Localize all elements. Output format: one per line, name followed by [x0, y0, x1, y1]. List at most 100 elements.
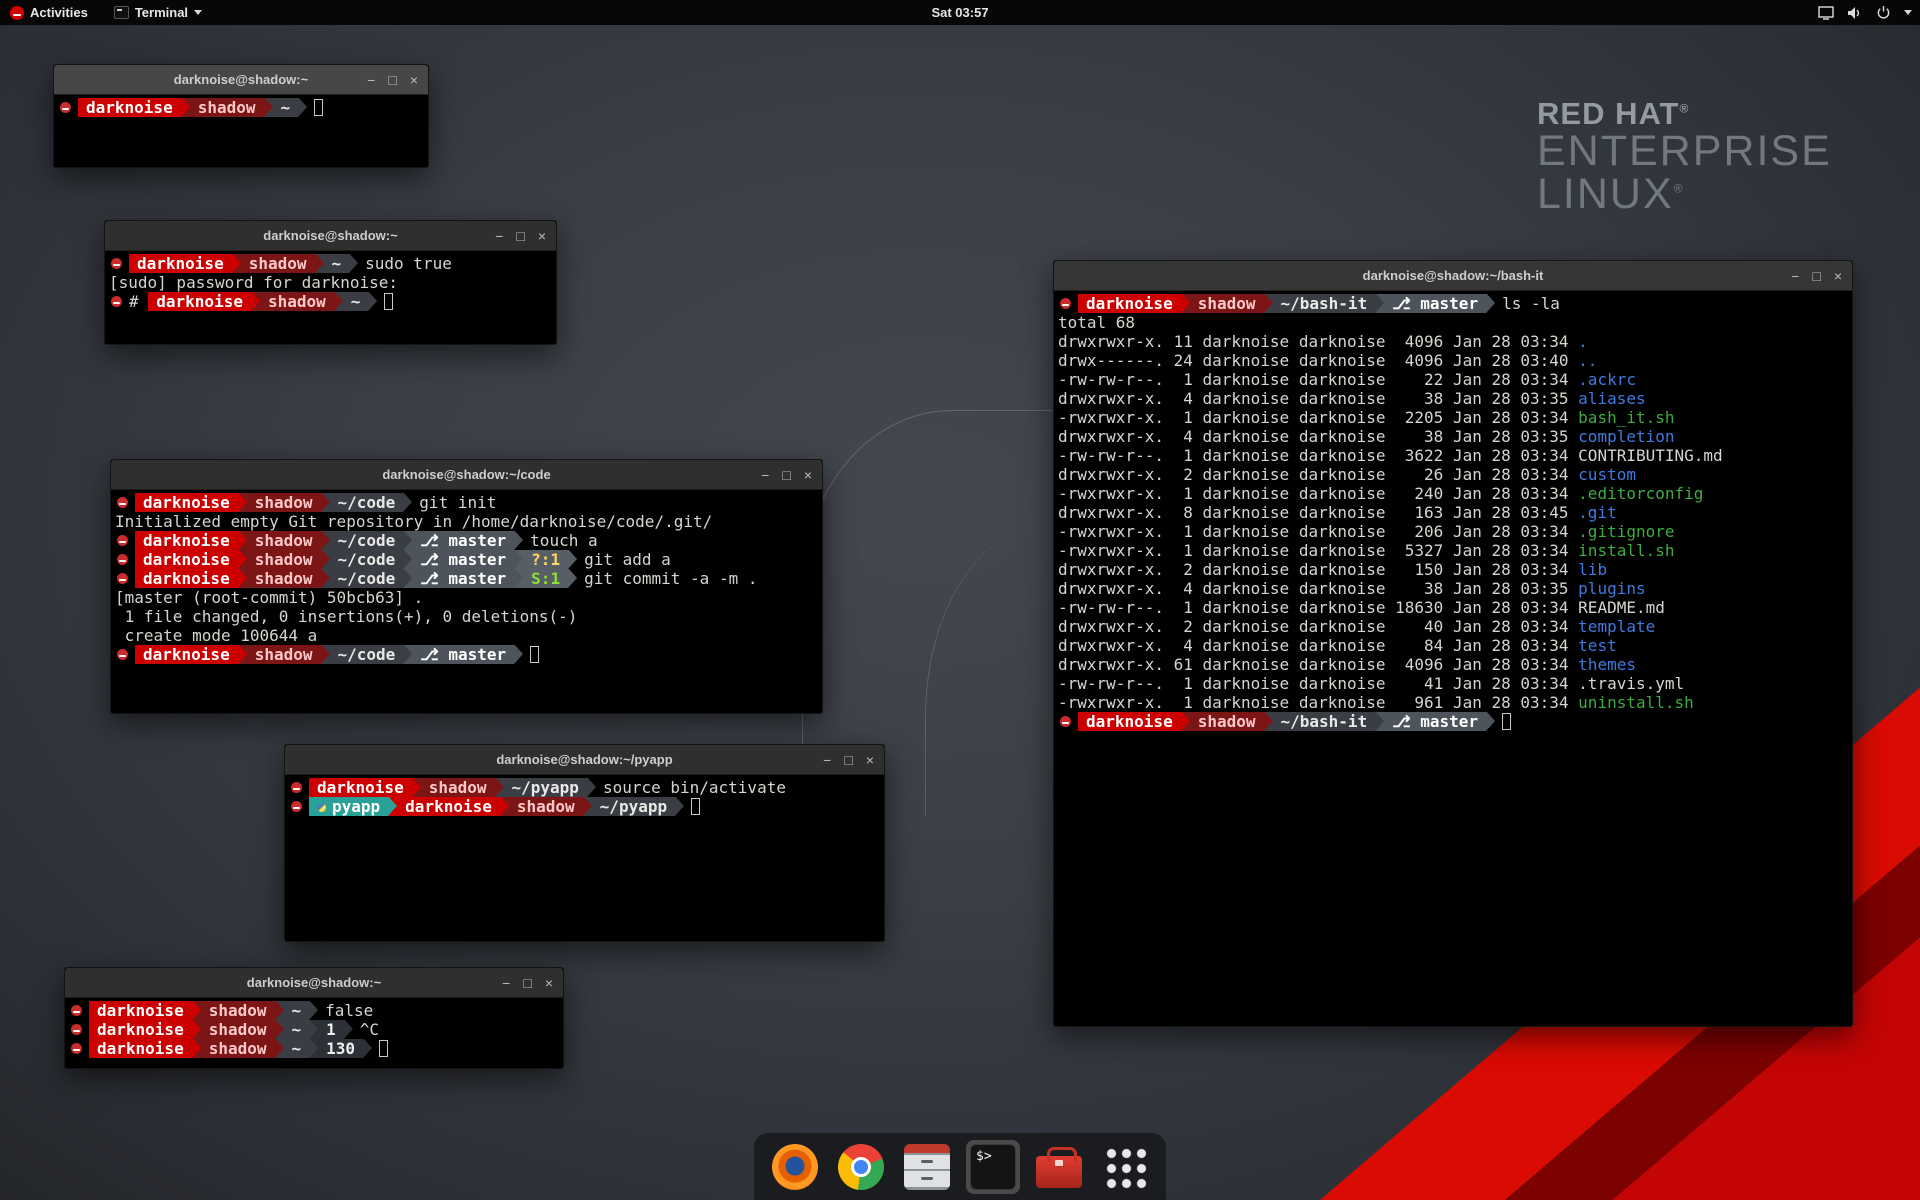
minimize-button[interactable]: −	[823, 753, 831, 767]
window-title: darknoise@shadow:~	[174, 72, 308, 87]
powerline-arrow-shape	[583, 797, 592, 816]
terminal-content[interactable]: darknoiseshadow~falsedarknoiseshadow~1^C…	[65, 998, 563, 1061]
prompt-segment: shadow	[421, 778, 495, 797]
files-icon[interactable]	[904, 1144, 950, 1190]
app-menu-terminal[interactable]: Terminal	[114, 5, 202, 20]
terminal-content[interactable]: darknoiseshadow~	[54, 95, 428, 120]
output-text: drwxrwxr-x. 4 darknoise darknoise 38 Jan…	[1058, 389, 1578, 408]
system-status-area[interactable]	[1818, 0, 1912, 25]
minimize-button[interactable]: −	[1791, 269, 1799, 283]
prompt-segment: ~	[284, 1001, 310, 1020]
prompt-segment: ⎇ master	[1384, 294, 1486, 313]
powerline-arrow-shape	[321, 531, 330, 550]
toolbox-icon[interactable]	[1036, 1144, 1082, 1190]
prompt-segment: ~/code	[330, 569, 404, 588]
minimize-button[interactable]: −	[495, 229, 503, 243]
prompt-segment: ~/pyapp	[592, 797, 675, 816]
terminal-icon[interactable]: $>	[970, 1144, 1016, 1190]
prompt-segment: darknoise	[397, 797, 500, 816]
output-text: -rw-rw-r--. 1 darknoise darknoise 3622 J…	[1058, 446, 1578, 465]
redhat-icon	[10, 6, 24, 20]
output-text: ..	[1578, 351, 1597, 370]
activities-button[interactable]: Activities	[10, 5, 88, 20]
powerline-arrow-icon	[275, 1020, 284, 1039]
redhat-prompt-icon	[71, 1005, 82, 1016]
close-button[interactable]: ×	[1834, 269, 1842, 283]
close-button[interactable]: ×	[538, 229, 546, 243]
output-text: drwxrwxr-x. 8 darknoise darknoise 163 Ja…	[1058, 503, 1578, 522]
output-text: .git	[1578, 503, 1617, 522]
terminal-line: drwxrwxr-x. 2 darknoise darknoise 150 Ja…	[1058, 560, 1848, 579]
clock[interactable]: Sat 03:57	[931, 0, 988, 25]
brand-red-hat: RED HAT	[1537, 96, 1679, 131]
powerline-arrow-icon	[251, 292, 260, 311]
prompt-segment: darknoise	[89, 1039, 192, 1058]
powerline-arrow-icon	[412, 778, 421, 797]
close-button[interactable]: ×	[804, 468, 812, 482]
minimize-button[interactable]: −	[502, 976, 510, 990]
powerline-arrow-icon	[514, 531, 523, 550]
redhat-prompt-icon	[291, 782, 302, 793]
maximize-button[interactable]: □	[844, 753, 852, 767]
prompt-segment: shadow	[247, 550, 321, 569]
output-text: -rwxrwxr-x. 1 darknoise darknoise 240 Ja…	[1058, 484, 1578, 503]
prompt-segment: ⎇ master	[412, 569, 514, 588]
maximize-button[interactable]: □	[1812, 269, 1820, 283]
titlebar[interactable]: darknoise@shadow:~/pyapp − □ ×	[285, 745, 884, 775]
powerline-arrow-icon	[321, 569, 330, 588]
command-text: ^C	[360, 1020, 379, 1039]
maximize-button[interactable]: □	[516, 229, 524, 243]
powerline-arrow-shape	[403, 645, 412, 664]
titlebar[interactable]: darknoise@shadow:~/code − □ ×	[111, 460, 822, 490]
app-menu-label: Terminal	[135, 5, 188, 20]
output-text: .ackrc	[1578, 370, 1636, 389]
close-button[interactable]: ×	[866, 753, 874, 767]
terminal-line: darknoiseshadow~/codegit init	[115, 493, 818, 512]
minimize-button[interactable]: −	[367, 73, 375, 87]
titlebar[interactable]: darknoise@shadow:~ − □ ×	[105, 221, 556, 251]
show-applications-icon[interactable]	[1102, 1144, 1148, 1190]
titlebar[interactable]: darknoise@shadow:~ − □ ×	[54, 65, 428, 95]
powerline-arrow-icon	[403, 493, 412, 512]
prompt-segment: shadow	[247, 569, 321, 588]
redhat-prompt-icon	[117, 573, 128, 584]
close-button[interactable]: ×	[410, 73, 418, 87]
output-text: uninstall.sh	[1578, 693, 1694, 712]
terminal-window-code: darknoise@shadow:~/code − □ × darknoises…	[110, 459, 823, 714]
powerline-arrow-shape	[388, 797, 397, 816]
powerline-arrow-icon	[1375, 712, 1384, 731]
powerline-arrow-shape	[363, 1039, 372, 1058]
powerline-arrow-shape	[275, 1001, 284, 1020]
titlebar[interactable]: darknoise@shadow:~ − □ ×	[65, 968, 563, 998]
close-button[interactable]: ×	[545, 976, 553, 990]
output-text: .travis.yml	[1578, 674, 1684, 693]
terminal-line: drwxrwxr-x. 2 darknoise darknoise 26 Jan…	[1058, 465, 1848, 484]
chrome-icon[interactable]	[838, 1144, 884, 1190]
redhat-prompt-icon	[111, 258, 122, 269]
titlebar[interactable]: darknoise@shadow:~/bash-it − □ ×	[1054, 261, 1852, 291]
terminal-content[interactable]: darknoiseshadow~/bash-it⎇ masterls -lato…	[1054, 291, 1852, 734]
maximize-button[interactable]: □	[523, 976, 531, 990]
output-text: drwxrwxr-x. 11 darknoise darknoise 4096 …	[1058, 332, 1578, 351]
terminal-line: -rwxrwxr-x. 1 darknoise darknoise 2205 J…	[1058, 408, 1848, 427]
redhat-prompt-icon	[60, 102, 71, 113]
command-text: git init	[419, 493, 496, 512]
firefox-icon[interactable]	[772, 1144, 818, 1190]
minimize-button[interactable]: −	[761, 468, 769, 482]
output-text: -rw-rw-r--. 1 darknoise darknoise 41 Jan…	[1058, 674, 1578, 693]
terminal-content[interactable]: darknoiseshadow~/pyappsource bin/activat…	[285, 775, 884, 819]
output-text: drwxrwxr-x. 4 darknoise darknoise 38 Jan…	[1058, 579, 1578, 598]
powerline-arrow-icon	[192, 1020, 201, 1039]
prompt-segment: shadow	[201, 1039, 275, 1058]
terminal-line: [sudo] password for darknoise:	[109, 273, 552, 292]
maximize-button[interactable]: □	[388, 73, 396, 87]
powerline-arrow-icon	[192, 1001, 201, 1020]
redhat-prompt-icon	[111, 296, 122, 307]
powerline-arrow-icon	[388, 797, 397, 816]
maximize-button[interactable]: □	[782, 468, 790, 482]
terminal-line: darknoiseshadow~/pyappsource bin/activat…	[289, 778, 880, 797]
terminal-content[interactable]: darknoiseshadow~/codegit initInitialized…	[111, 490, 822, 667]
terminal-content[interactable]: darknoiseshadow~sudo true[sudo] password…	[105, 251, 556, 314]
chevron-down-icon	[194, 10, 202, 15]
terminal-window-pyapp: darknoise@shadow:~/pyapp − □ × darknoise…	[284, 744, 885, 942]
